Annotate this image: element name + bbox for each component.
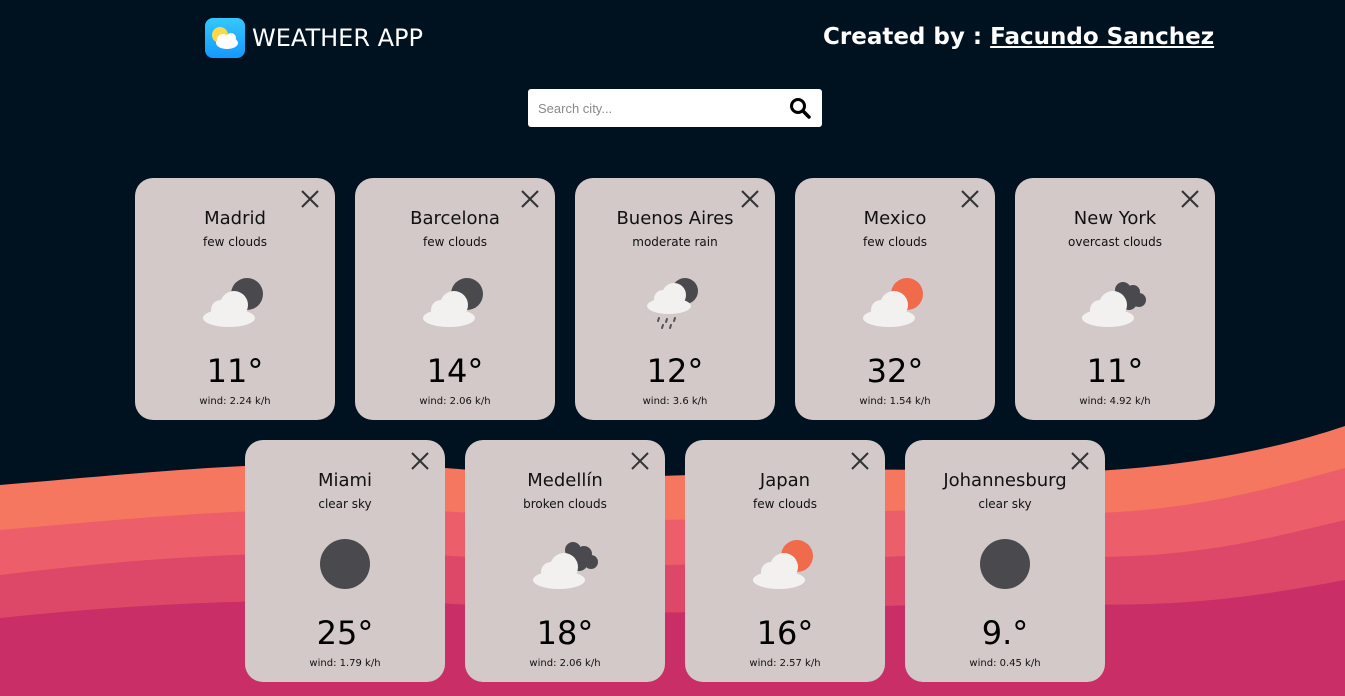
close-icon[interactable] (519, 188, 541, 210)
weather-description: few clouds (423, 235, 487, 249)
city-name: Japan (759, 470, 811, 491)
app-title: WEATHER APP (252, 24, 423, 52)
close-icon[interactable] (1179, 188, 1201, 210)
wind-speed: wind: 4.92 k/h (1079, 396, 1151, 407)
city-name: Mexico (863, 208, 927, 229)
weather-description: clear sky (978, 497, 1032, 511)
close-icon[interactable] (849, 450, 871, 472)
cloud-with-sun-icon (749, 536, 821, 592)
city-name: Miami (317, 470, 373, 491)
credit-prefix: Created by : (823, 24, 983, 50)
weather-description: few clouds (863, 235, 927, 249)
wind-speed: wind: 0.45 k/h (969, 658, 1041, 669)
author-credit: Created by : Facundo Sanchez (823, 24, 1214, 50)
close-icon[interactable] (959, 188, 981, 210)
city-name: Buenos Aires (616, 208, 734, 229)
temperature: 32° (866, 352, 924, 390)
clear-sky-icon (309, 536, 381, 592)
temperature: 12° (646, 352, 704, 390)
weather-description: clear sky (318, 497, 372, 511)
weather-description: overcast clouds (1068, 235, 1162, 249)
city-weather-card: Medellín broken clouds 18° wind: 2.06 k/… (465, 440, 665, 682)
wind-speed: wind: 2.57 k/h (749, 658, 821, 669)
temperature: 9.° (981, 614, 1029, 652)
brand[interactable]: WEATHER APP (205, 18, 423, 58)
weather-description: moderate rain (632, 235, 718, 249)
cloud-with-sun-icon (859, 274, 931, 330)
city-weather-card: Madrid few clouds 11° wind: 2.24 k/h (135, 178, 335, 420)
search-bar (528, 89, 822, 127)
weather-description: few clouds (203, 235, 267, 249)
rain-cloud-icon (639, 274, 711, 330)
cloud-with-dark-sun-icon (199, 274, 271, 330)
wind-speed: wind: 3.6 k/h (642, 396, 708, 407)
search-input[interactable] (528, 89, 788, 127)
temperature: 11° (1086, 352, 1144, 390)
close-icon[interactable] (409, 450, 431, 472)
city-name: New York (1073, 208, 1157, 229)
temperature: 14° (426, 352, 484, 390)
search-icon[interactable] (788, 96, 812, 120)
temperature: 16° (756, 614, 814, 652)
city-weather-card: Barcelona few clouds 14° wind: 2.06 k/h (355, 178, 555, 420)
cloud-with-dark-sun-icon (419, 274, 491, 330)
city-weather-card: Johannesburg clear sky 9.° wind: 0.45 k/… (905, 440, 1105, 682)
close-icon[interactable] (629, 450, 651, 472)
wind-speed: wind: 2.06 k/h (529, 658, 601, 669)
author-link[interactable]: Facundo Sanchez (990, 24, 1214, 50)
close-icon[interactable] (299, 188, 321, 210)
city-weather-card: New York overcast clouds 11° wind: 4.92 … (1015, 178, 1215, 420)
weather-app-logo-icon (205, 18, 245, 58)
city-name: Barcelona (410, 208, 500, 229)
weather-description: broken clouds (523, 497, 607, 511)
wind-speed: wind: 1.54 k/h (859, 396, 931, 407)
close-icon[interactable] (1069, 450, 1091, 472)
temperature: 11° (206, 352, 264, 390)
close-icon[interactable] (739, 188, 761, 210)
temperature: 25° (316, 614, 374, 652)
city-name: Medellín (527, 470, 603, 491)
clear-sky-icon (969, 536, 1041, 592)
city-weather-card: Mexico few clouds 32° wind: 1.54 k/h (795, 178, 995, 420)
city-name: Johannesburg (943, 470, 1067, 491)
city-weather-card: Japan few clouds 16° wind: 2.57 k/h (685, 440, 885, 682)
city-weather-card: Miami clear sky 25° wind: 1.79 k/h (245, 440, 445, 682)
header: WEATHER APP Created by : Facundo Sanchez (0, 0, 1345, 80)
wind-speed: wind: 1.79 k/h (309, 658, 381, 669)
weather-description: few clouds (753, 497, 817, 511)
overcast-clouds-icon (1079, 274, 1151, 330)
wind-speed: wind: 2.06 k/h (419, 396, 491, 407)
city-name: Madrid (204, 208, 266, 229)
broken-clouds-icon (529, 536, 601, 592)
wind-speed: wind: 2.24 k/h (199, 396, 271, 407)
temperature: 18° (536, 614, 594, 652)
city-weather-card: Buenos Aires moderate rain 12° wind: 3.6… (575, 178, 775, 420)
